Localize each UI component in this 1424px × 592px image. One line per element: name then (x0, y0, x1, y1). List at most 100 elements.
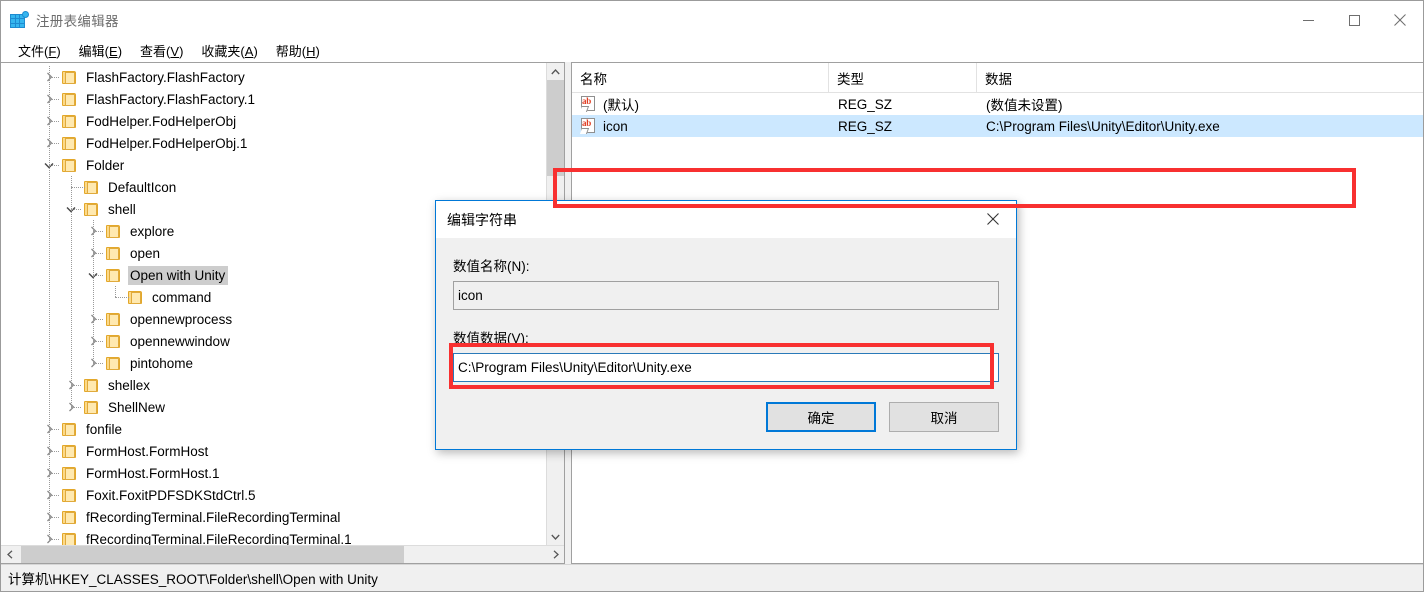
tree-item[interactable]: DefaultIcon (1, 176, 546, 198)
chevron-right-icon[interactable] (41, 509, 57, 525)
chevron-right-icon[interactable] (85, 245, 101, 261)
folder-icon (105, 268, 122, 283)
dialog-body: 数值名称(N): 数值数据(V): 确定 取消 (436, 238, 1016, 449)
chevron-down-icon[interactable] (41, 157, 57, 173)
tree-item-label: shell (108, 201, 136, 217)
tree-item-label: fRecordingTerminal.FileRecordingTerminal (86, 509, 341, 525)
chevron-right-icon[interactable] (41, 91, 57, 107)
cancel-button[interactable]: 取消 (889, 402, 999, 432)
tree-item-label: DefaultIcon (108, 179, 177, 195)
menu-view[interactable]: 查看(V) (131, 39, 192, 62)
folder-icon (83, 378, 100, 393)
folder-icon (83, 400, 100, 415)
tree-item-label: open (130, 245, 161, 261)
folder-icon (61, 488, 78, 503)
tree-item[interactable]: FormHost.FormHost.1 (1, 462, 546, 484)
folder-icon (61, 532, 78, 545)
table-row[interactable]: ab (默认) REG_SZ (数值未设置) (572, 93, 1423, 115)
ok-button[interactable]: 确定 (766, 402, 876, 432)
tree-item-label: opennewwindow (130, 333, 230, 349)
tree-item-label: Open with Unity (128, 265, 229, 285)
tree-item-label: FormHost.FormHost (86, 443, 209, 459)
chevron-down-icon[interactable] (85, 267, 101, 283)
chevron-right-icon[interactable] (41, 135, 57, 151)
tree-item-label: Foxit.FoxitPDFSDKStdCtrl.5 (86, 487, 256, 503)
folder-icon (105, 356, 122, 371)
tree-item[interactable]: fRecordingTerminal.FileRecordingTerminal… (1, 528, 546, 545)
tree-item[interactable]: FlashFactory.FlashFactory (1, 66, 546, 88)
value-type-cell: REG_SZ (838, 118, 893, 134)
title-bar: 注册表编辑器 (1, 1, 1423, 39)
chevron-right-icon[interactable] (41, 465, 57, 481)
column-header-name[interactable]: 名称 (572, 63, 829, 92)
folder-icon (61, 92, 78, 107)
chevron-up-icon[interactable] (547, 63, 564, 80)
tree-horizontal-scrollbar[interactable] (1, 545, 564, 563)
value-data-label: 数值数据(V): (453, 331, 529, 346)
folder-icon (61, 158, 78, 173)
tree-item-label: pintohome (130, 355, 194, 371)
column-header-data[interactable]: 数据 (977, 63, 1423, 92)
tree-item[interactable]: Foxit.FoxitPDFSDKStdCtrl.5 (1, 484, 546, 506)
chevron-right-icon[interactable] (41, 531, 57, 545)
tree-item[interactable]: FodHelper.FodHelperObj.1 (1, 132, 546, 154)
tree-hscroll-thumb[interactable] (21, 546, 404, 563)
chevron-right-icon[interactable] (85, 223, 101, 239)
dialog-title-bar: 编辑字符串 (436, 201, 1016, 238)
maximize-button[interactable] (1331, 1, 1377, 39)
folder-icon (105, 334, 122, 349)
folder-icon (61, 114, 78, 129)
chevron-down-icon[interactable] (547, 528, 564, 545)
value-name-text: (默认) (603, 98, 639, 113)
tree-item[interactable]: Folder (1, 154, 546, 176)
menu-help[interactable]: 帮助(H) (267, 39, 329, 62)
chevron-right-icon[interactable] (63, 399, 79, 415)
value-name-cell: ab (默认) (572, 94, 829, 114)
registry-grid-icon (10, 11, 29, 29)
value-data-cell: (数值未设置) (986, 98, 1063, 113)
close-button[interactable] (1377, 1, 1423, 39)
chevron-right-icon[interactable] (63, 377, 79, 393)
chevron-left-icon[interactable] (1, 546, 18, 563)
status-bar: 计算机\HKEY_CLASSES_ROOT\Folder\shell\Open … (1, 564, 1423, 591)
tree-leaf-spacer (107, 289, 123, 305)
menu-favorites[interactable]: 收藏夹(A) (192, 39, 266, 62)
value-data-input[interactable] (453, 353, 999, 382)
folder-icon (127, 290, 144, 305)
string-value-icon: ab (579, 96, 596, 112)
dialog-buttons: 确定 取消 (766, 402, 999, 432)
tree-item-label: shellex (108, 377, 151, 393)
tree-item-label: fRecordingTerminal.FileRecordingTerminal… (86, 531, 352, 546)
folder-icon (61, 136, 78, 151)
chevron-right-icon[interactable] (41, 69, 57, 85)
dialog-close-button[interactable] (970, 201, 1016, 237)
chevron-right-icon[interactable] (547, 546, 564, 563)
chevron-right-icon[interactable] (85, 355, 101, 371)
value-type-cell: REG_SZ (838, 96, 893, 112)
folder-icon (61, 466, 78, 481)
tree-item-label: FlashFactory.FlashFactory (86, 69, 245, 85)
chevron-right-icon[interactable] (41, 113, 57, 129)
tree-scroll-thumb[interactable] (547, 80, 564, 176)
chevron-right-icon[interactable] (85, 333, 101, 349)
value-name-input[interactable] (453, 281, 999, 310)
tree-item-label: ShellNew (108, 399, 166, 415)
column-header-type[interactable]: 类型 (829, 63, 977, 92)
folder-icon (105, 312, 122, 327)
tree-item[interactable]: FlashFactory.FlashFactory.1 (1, 88, 546, 110)
folder-icon (83, 202, 100, 217)
tree-item[interactable]: FodHelper.FodHelperObj (1, 110, 546, 132)
chevron-right-icon[interactable] (41, 443, 57, 459)
chevron-right-icon[interactable] (41, 421, 57, 437)
chevron-down-icon[interactable] (63, 201, 79, 217)
list-header: 名称 类型 数据 (572, 63, 1423, 93)
table-row[interactable]: ab icon REG_SZ C:\Program Files\Unity\Edito… (572, 115, 1423, 137)
tree-item[interactable]: fRecordingTerminal.FileRecordingTerminal (1, 506, 546, 528)
menu-edit[interactable]: 编辑(E) (70, 39, 131, 62)
value-name-label: 数值名称(N): (453, 259, 530, 274)
chevron-right-icon[interactable] (85, 311, 101, 327)
tree-item-label: fonfile (86, 421, 123, 437)
minimize-button[interactable] (1285, 1, 1331, 39)
chevron-right-icon[interactable] (41, 487, 57, 503)
menu-file[interactable]: 文件(F) (9, 39, 70, 62)
